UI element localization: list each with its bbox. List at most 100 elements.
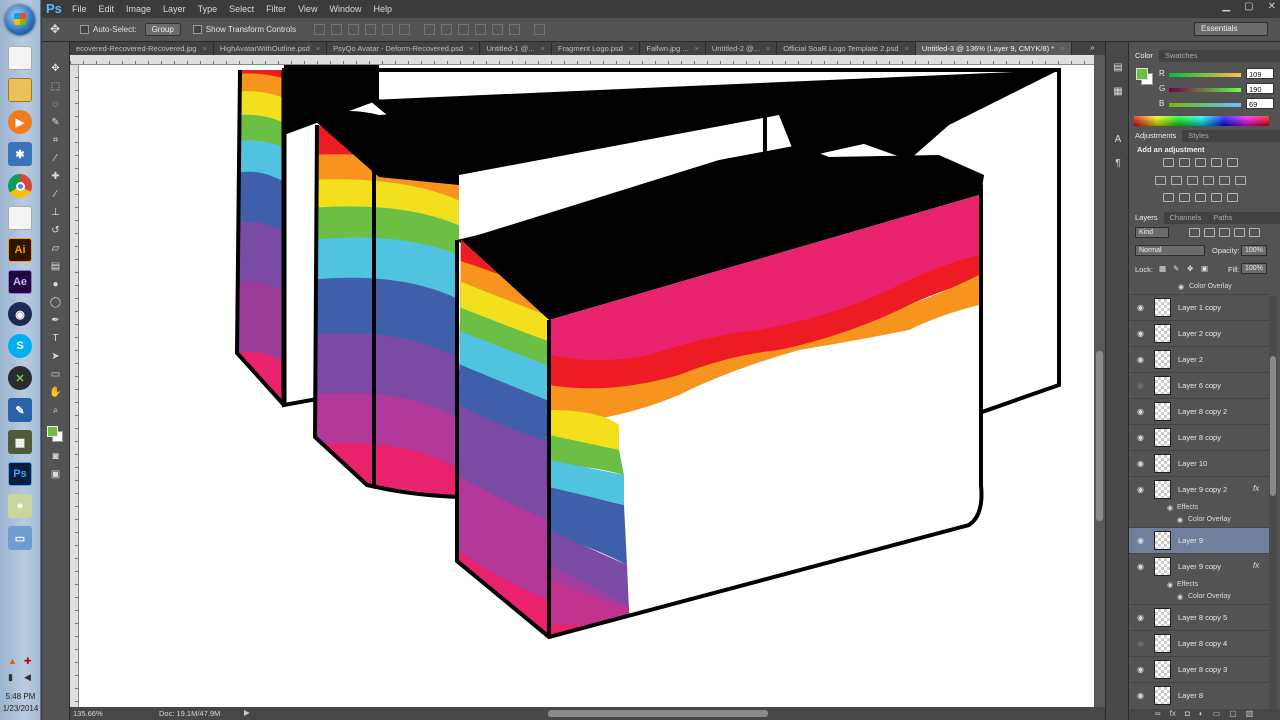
- layer-row[interactable]: ◉ Layer 1 copy: [1129, 294, 1269, 320]
- vertical-scrollbar[interactable]: [1094, 55, 1105, 707]
- filter-type-icon[interactable]: [1219, 228, 1230, 237]
- hue-saturation-icon[interactable]: [1155, 176, 1166, 185]
- link-layers-icon[interactable]: ∞: [1155, 709, 1161, 720]
- clock-date[interactable]: 1/23/2014: [0, 704, 41, 713]
- monitor-icon[interactable]: ▭: [8, 526, 32, 550]
- photo-filter-icon[interactable]: [1203, 176, 1214, 185]
- layer-row[interactable]: ◉ Layer 10: [1129, 450, 1269, 476]
- eye-icon[interactable]: ◉: [1137, 433, 1147, 443]
- filter-shape-icon[interactable]: [1234, 228, 1245, 237]
- eraser-tool-icon[interactable]: ▱: [48, 242, 63, 255]
- eye-icon[interactable]: ◉: [1137, 485, 1147, 495]
- quick-mask-icon[interactable]: ◙: [48, 450, 63, 463]
- file-icon[interactable]: [8, 46, 32, 70]
- tab-swatches[interactable]: Swatches: [1159, 50, 1204, 62]
- tab-styles[interactable]: Styles: [1182, 130, 1214, 142]
- layers-scrollbar[interactable]: [1269, 296, 1277, 716]
- red-slider[interactable]: R 109: [1159, 68, 1277, 79]
- lock-transparent-icon[interactable]: ▦: [1159, 264, 1166, 273]
- doc-tab[interactable]: Official SoaR Logo Template 2.psd ×: [777, 42, 916, 55]
- align-bottom-icon[interactable]: [348, 24, 360, 35]
- doc-tab[interactable]: HighAvatarWithOutline.psd ×: [214, 42, 328, 55]
- distribute-left-icon[interactable]: [475, 24, 487, 35]
- layer-name[interactable]: Layer 8 copy 5: [1178, 613, 1227, 622]
- trash-icon[interactable]: ▥: [1246, 709, 1254, 720]
- maximize-icon[interactable]: ▢: [1244, 1, 1253, 12]
- after-effects-icon[interactable]: Ae: [8, 270, 32, 294]
- close-icon[interactable]: ×: [1060, 44, 1064, 53]
- move-tool-icon[interactable]: ✥: [48, 62, 63, 75]
- photoshop-icon[interactable]: Ps: [8, 462, 32, 486]
- folder-icon[interactable]: [8, 78, 32, 102]
- layer-row[interactable]: ◉ Layer 8 copy 3: [1129, 656, 1269, 682]
- layer-name[interactable]: Layer 9 copy: [1178, 562, 1221, 571]
- layer-name[interactable]: Layer 8: [1178, 691, 1203, 700]
- minimize-icon[interactable]: ▁: [1222, 1, 1230, 12]
- eye-icon[interactable]: ◉: [1137, 562, 1147, 572]
- eye-icon[interactable]: ◉: [1137, 613, 1147, 623]
- chevron-down-icon[interactable]: ◉: [1167, 581, 1173, 589]
- start-button[interactable]: [5, 5, 35, 35]
- skype-icon[interactable]: S: [8, 334, 32, 358]
- layer-name[interactable]: Layer 8 copy 2: [1178, 407, 1227, 416]
- selective-color-icon[interactable]: [1227, 193, 1238, 202]
- foreground-color-swatch[interactable]: [47, 426, 58, 437]
- chrome-icon[interactable]: [8, 174, 32, 198]
- history-brush-tool-icon[interactable]: ↺: [48, 224, 63, 237]
- paragraph-icon[interactable]: ¶: [1111, 158, 1125, 170]
- layer-row[interactable]: ◉ Layer 6 copy: [1129, 372, 1269, 398]
- layer-name[interactable]: Layer 2: [1178, 355, 1203, 364]
- fx-icon[interactable]: fx: [1170, 709, 1176, 720]
- character-icon[interactable]: A: [1111, 134, 1125, 146]
- menu-layer[interactable]: Layer: [157, 4, 192, 14]
- cinema4d-icon[interactable]: ◉: [8, 302, 32, 326]
- lock-position-icon[interactable]: ✥: [1187, 264, 1193, 273]
- auto-select-checkbox[interactable]: [80, 25, 89, 34]
- layer-name[interactable]: Layer 2 copy: [1178, 329, 1221, 338]
- new-layer-icon[interactable]: ▢: [1229, 709, 1237, 720]
- close-icon[interactable]: ×: [905, 44, 909, 53]
- auto-align-icon[interactable]: [534, 24, 546, 35]
- close-icon[interactable]: ×: [316, 44, 320, 53]
- tabs-overflow-icon[interactable]: »: [1090, 43, 1094, 52]
- menu-select[interactable]: Select: [223, 4, 260, 14]
- layer-row[interactable]: ◉ Layer 8 copy 5: [1129, 604, 1269, 630]
- tab-channels[interactable]: Channels: [1164, 212, 1208, 224]
- foreground-color-swatch[interactable]: [1136, 68, 1148, 80]
- fx-icon[interactable]: fx: [1253, 561, 1259, 570]
- eye-icon[interactable]: ◉: [1177, 516, 1183, 524]
- clock-time[interactable]: 5:48 PM: [0, 692, 41, 701]
- add-mask-icon[interactable]: ◘: [1185, 709, 1190, 720]
- blend-mode-select[interactable]: Normal: [1135, 245, 1205, 256]
- gradient-map-icon[interactable]: [1211, 193, 1222, 202]
- network-icon[interactable]: ✱: [8, 142, 32, 166]
- layer-name[interactable]: Layer 6 copy: [1178, 381, 1221, 390]
- distribute-right-icon[interactable]: [509, 24, 521, 35]
- media-player-icon[interactable]: ▶: [8, 110, 32, 134]
- eye-hidden-icon[interactable]: ◉: [1137, 639, 1147, 649]
- firefox-icon[interactable]: ●: [8, 494, 32, 518]
- close-icon[interactable]: ×: [629, 44, 633, 53]
- eye-icon[interactable]: ◉: [1137, 536, 1147, 546]
- brush-tool-icon[interactable]: ∕: [48, 188, 63, 201]
- menu-view[interactable]: View: [292, 4, 323, 14]
- color-balance-icon[interactable]: [1171, 176, 1182, 185]
- green-value[interactable]: 190: [1246, 83, 1274, 94]
- pen-tool-icon[interactable]: ✒: [48, 314, 63, 327]
- layer-name[interactable]: Layer 8 copy 4: [1178, 639, 1227, 648]
- close-icon[interactable]: ×: [541, 44, 545, 53]
- menu-window[interactable]: Window: [323, 4, 367, 14]
- menu-file[interactable]: File: [66, 4, 93, 14]
- file-icon[interactable]: ▦: [8, 430, 32, 454]
- eye-icon[interactable]: ◉: [1178, 283, 1184, 291]
- gradient-tool-icon[interactable]: ▤: [48, 260, 63, 273]
- screen-mode-icon[interactable]: ▣: [48, 468, 63, 481]
- lock-all-icon[interactable]: ▣: [1201, 264, 1208, 273]
- close-icon[interactable]: ×: [202, 44, 206, 53]
- file-icon[interactable]: [8, 206, 32, 230]
- tab-color[interactable]: Color: [1129, 50, 1159, 62]
- menu-filter[interactable]: Filter: [260, 4, 292, 14]
- lock-image-icon[interactable]: ✎: [1173, 264, 1179, 273]
- properties-icon[interactable]: ▦: [1111, 86, 1125, 98]
- brightness-icon[interactable]: [1163, 158, 1174, 167]
